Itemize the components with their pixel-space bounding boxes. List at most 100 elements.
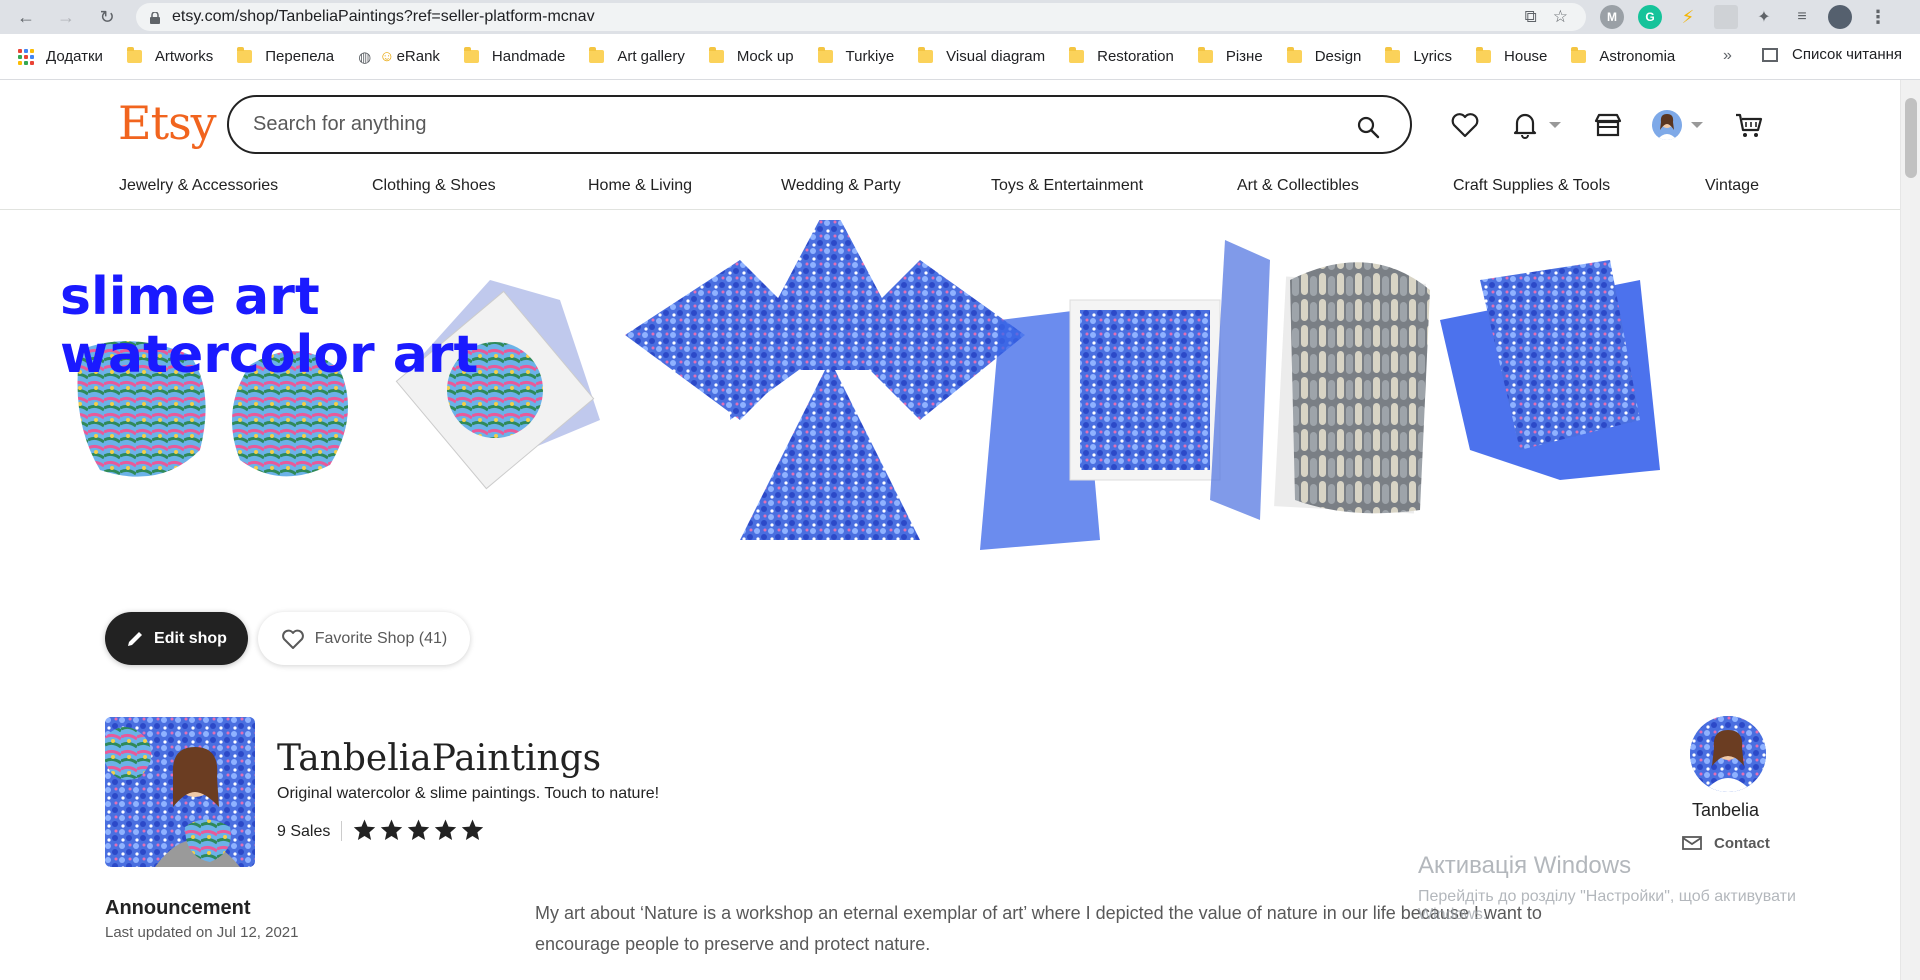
windows-activation-watermark: Активація Windows Перейдіть до розділу "… bbox=[1418, 852, 1858, 924]
forward-icon[interactable]: → bbox=[54, 5, 78, 29]
folder-icon bbox=[1385, 47, 1401, 63]
media-icon[interactable]: ≡ bbox=[1790, 5, 1814, 29]
category-toys[interactable]: Toys & Entertainment bbox=[991, 177, 1143, 195]
bookmark-label: Artworks bbox=[154, 48, 214, 65]
contact-button[interactable]: Contact bbox=[1682, 834, 1770, 852]
bookmark-folder[interactable]: Перепела bbox=[237, 47, 335, 65]
address-bar[interactable]: etsy.com/shop/TanbeliaPaintings?ref=sell… bbox=[136, 3, 1586, 31]
bookmark-folder[interactable]: Handmade bbox=[463, 47, 565, 65]
bookmark-label: Різне bbox=[1225, 48, 1263, 65]
favorite-shop-label: Favorite Shop (41) bbox=[314, 629, 448, 647]
sales-count[interactable]: 9 Sales bbox=[277, 823, 330, 841]
bookmark-folder[interactable]: Art gallery bbox=[589, 47, 685, 65]
star-icon bbox=[380, 819, 403, 840]
bookmark-erank[interactable]: ◍ ☺ eRank bbox=[358, 48, 440, 66]
reading-list-button[interactable]: Список читання bbox=[1762, 46, 1902, 63]
folder-icon bbox=[589, 47, 605, 63]
lock-icon bbox=[150, 11, 160, 24]
bookmark-label: Додатки bbox=[46, 48, 103, 65]
category-art[interactable]: Art & Collectibles bbox=[1237, 177, 1359, 195]
pencil-icon bbox=[128, 631, 143, 646]
divider bbox=[341, 821, 342, 841]
bookmarks-bar: Додатки Artworks Перепела ◍ ☺ eRank Handma… bbox=[0, 34, 1920, 80]
bookmark-label: Mock up bbox=[736, 48, 794, 65]
page-scrollbar[interactable] bbox=[1900, 80, 1920, 980]
bookmark-folder[interactable]: Design bbox=[1286, 47, 1361, 65]
bookmark-folder[interactable]: Lyrics bbox=[1385, 47, 1452, 65]
folder-icon bbox=[918, 47, 934, 63]
extension-m-icon[interactable]: M bbox=[1600, 5, 1624, 29]
cart-icon[interactable] bbox=[1734, 110, 1764, 140]
bookmark-folder[interactable]: Astronomia bbox=[1571, 47, 1675, 65]
bookmark-label: eRank bbox=[396, 48, 440, 65]
globe-icon: ◍ bbox=[358, 48, 372, 66]
star-icon bbox=[434, 819, 457, 840]
banner-headline: slime art watercolor art bbox=[60, 268, 478, 384]
folder-icon bbox=[708, 47, 724, 63]
bookmark-apps[interactable]: Додатки bbox=[18, 48, 103, 65]
reload-icon[interactable]: ↻ bbox=[95, 5, 119, 29]
bookmark-star-icon[interactable]: ☆ bbox=[1553, 7, 1568, 27]
translate-icon[interactable]: ⧉ bbox=[1525, 7, 1537, 27]
bookmark-folder[interactable]: Mock up bbox=[708, 47, 794, 65]
bookmarks-overflow-button[interactable]: » bbox=[1723, 47, 1732, 65]
category-jewelry[interactable]: Jewelry & Accessories bbox=[119, 177, 278, 195]
folder-icon bbox=[237, 47, 253, 63]
extension-image-icon[interactable] bbox=[1714, 5, 1738, 29]
folder-icon bbox=[817, 47, 833, 63]
bookmark-folder[interactable]: Visual diagram bbox=[918, 47, 1045, 65]
bookmark-folder[interactable]: Turkiye bbox=[817, 47, 894, 65]
favorite-shop-button[interactable]: Favorite Shop (41) bbox=[258, 612, 470, 665]
search-icon[interactable] bbox=[1356, 115, 1380, 139]
favorites-heart-icon[interactable] bbox=[1450, 110, 1480, 140]
reading-list-icon bbox=[1762, 47, 1778, 62]
announcement-updated: Last updated on Jul 12, 2021 bbox=[105, 924, 299, 941]
bookmark-folder[interactable]: House bbox=[1476, 47, 1547, 65]
folder-icon bbox=[1197, 47, 1213, 63]
folder-icon bbox=[1571, 47, 1587, 63]
search-input[interactable] bbox=[253, 113, 1253, 136]
url-text: etsy.com/shop/TanbeliaPaintings?ref=sell… bbox=[172, 8, 595, 25]
banner-line-1: slime art bbox=[60, 267, 320, 327]
envelope-icon bbox=[1682, 836, 1702, 850]
puzzle-icon[interactable]: ✦ bbox=[1752, 5, 1776, 29]
notifications-bell-icon[interactable] bbox=[1510, 110, 1540, 140]
shop-icon-image[interactable] bbox=[105, 717, 255, 867]
profile-avatar[interactable] bbox=[1828, 5, 1852, 29]
bookmark-label: Art gallery bbox=[617, 48, 685, 65]
shop-manager-icon[interactable] bbox=[1593, 110, 1623, 140]
star-rating[interactable] bbox=[352, 818, 485, 842]
announcement-title: Announcement bbox=[105, 897, 251, 919]
chevron-down-icon[interactable] bbox=[1549, 122, 1561, 128]
bookmark-folder[interactable]: Artworks bbox=[126, 47, 214, 65]
user-avatar[interactable] bbox=[1652, 110, 1682, 140]
owner-name: Tanbelia bbox=[1692, 800, 1760, 820]
category-vintage[interactable]: Vintage bbox=[1705, 177, 1759, 195]
heart-icon bbox=[281, 629, 304, 649]
grammarly-icon[interactable]: G bbox=[1638, 5, 1662, 29]
category-craft[interactable]: Craft Supplies & Tools bbox=[1453, 177, 1610, 195]
category-clothing[interactable]: Clothing & Shoes bbox=[372, 177, 496, 195]
bookmark-folder[interactable]: Різне bbox=[1197, 47, 1263, 65]
category-wedding[interactable]: Wedding & Party bbox=[781, 177, 901, 195]
edit-shop-button[interactable]: Edit shop bbox=[105, 612, 248, 665]
etsy-logo[interactable]: Etsy bbox=[118, 96, 217, 150]
back-icon[interactable]: ← bbox=[14, 5, 38, 29]
menu-icon[interactable]: ⋮ bbox=[1866, 5, 1890, 29]
windows-activation-subtitle: Перейдіть до розділу "Настройки", щоб ак… bbox=[1418, 888, 1796, 923]
star-icon bbox=[407, 819, 430, 840]
bookmark-label: Restoration bbox=[1097, 48, 1174, 65]
folder-icon bbox=[1286, 47, 1302, 63]
folder-icon bbox=[126, 47, 142, 63]
shop-tagline: Original watercolor & slime paintings. T… bbox=[277, 785, 660, 802]
owner-avatar[interactable] bbox=[1690, 716, 1766, 792]
bookmark-folder[interactable]: Restoration bbox=[1069, 47, 1174, 65]
bookmark-label: Перепела bbox=[265, 48, 335, 65]
search-bar bbox=[227, 95, 1412, 154]
category-home[interactable]: Home & Living bbox=[588, 177, 692, 195]
edit-shop-label: Edit shop bbox=[154, 629, 227, 647]
apps-icon bbox=[18, 48, 34, 65]
lightning-icon[interactable]: ⚡ bbox=[1676, 5, 1700, 29]
chevron-down-icon[interactable] bbox=[1691, 122, 1703, 128]
scrollbar-thumb[interactable] bbox=[1905, 98, 1917, 178]
